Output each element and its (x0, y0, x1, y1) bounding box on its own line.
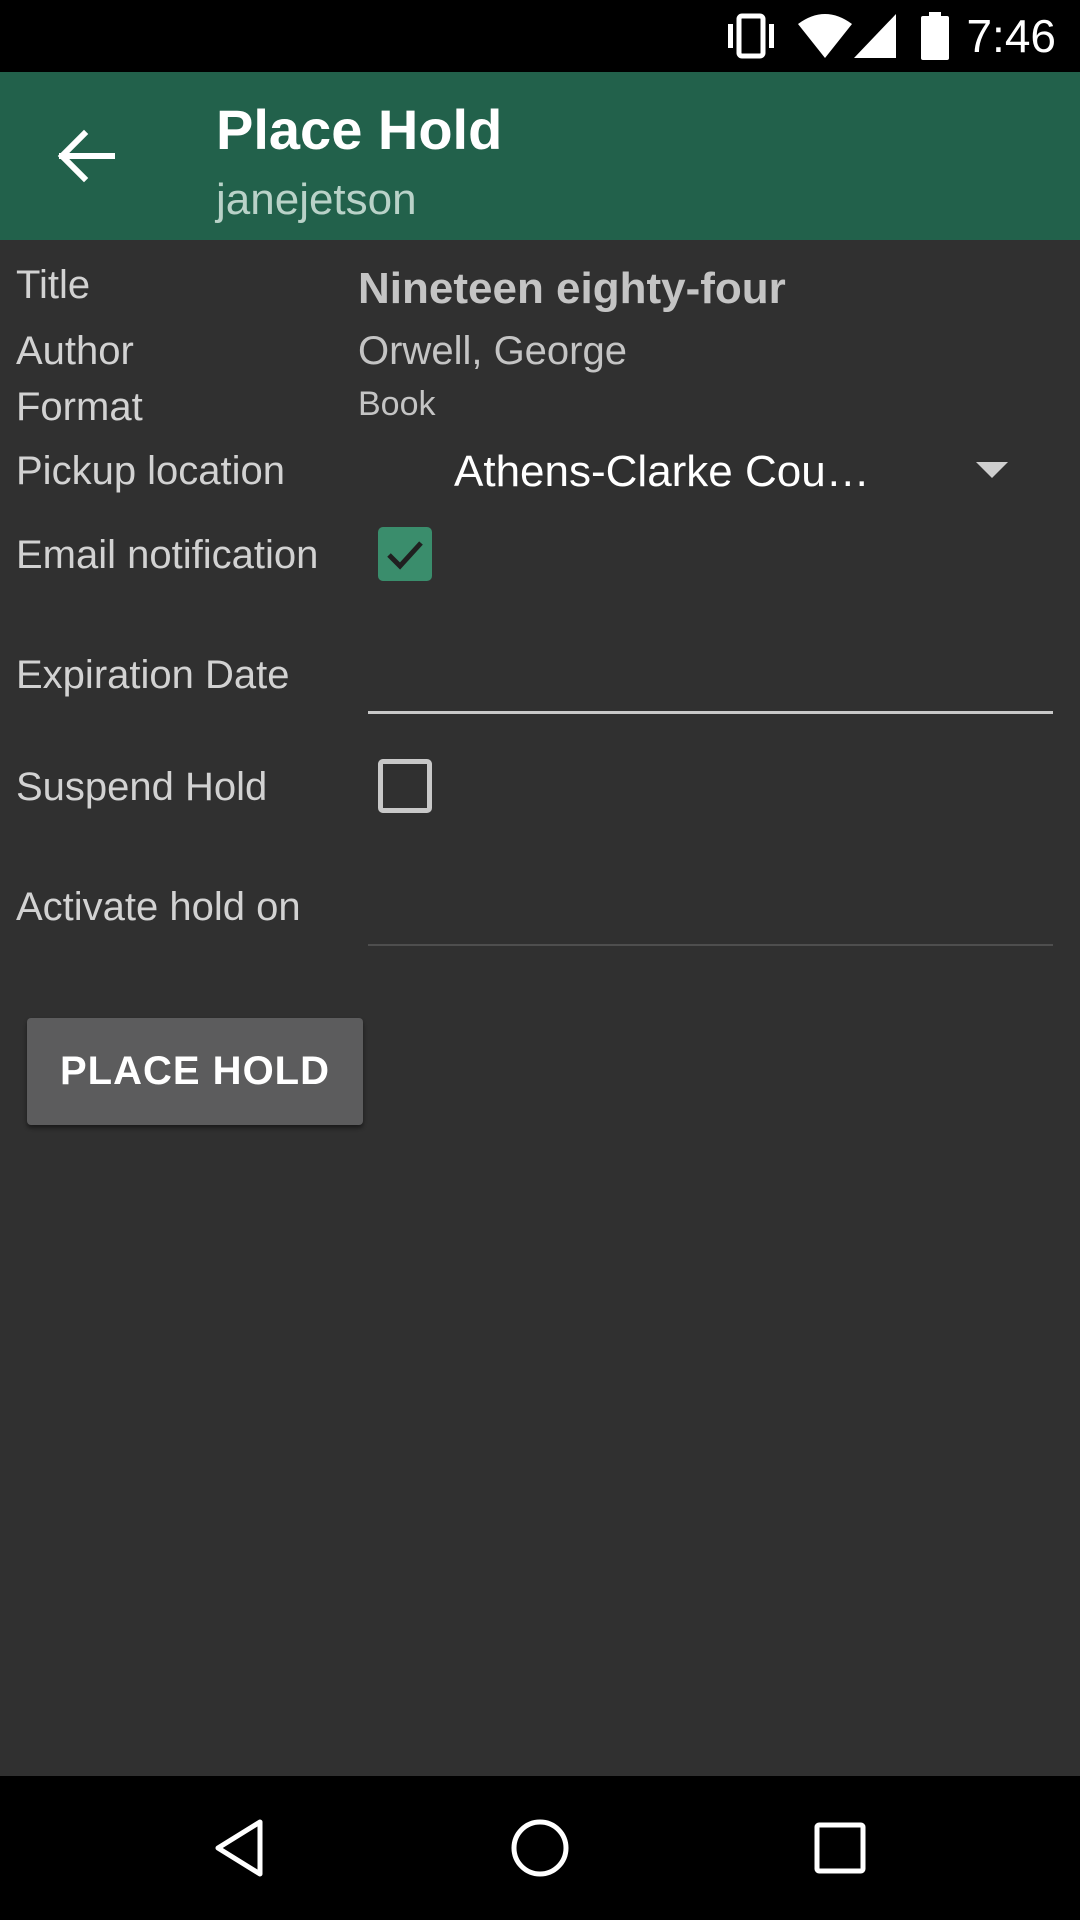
pickup-location-dropdown[interactable]: Athens-Clarke Cou… (440, 440, 1020, 504)
page-title: Place Hold (216, 98, 503, 161)
back-triangle-icon (215, 1819, 263, 1877)
author-label: Author (16, 329, 134, 373)
title-value: Nineteen eighty-four (358, 264, 786, 313)
place-hold-button-label: PLACE HOLD (60, 1049, 330, 1093)
nav-recents-button[interactable] (804, 1812, 876, 1884)
back-button[interactable] (44, 114, 128, 198)
wifi-icon (798, 14, 852, 58)
email-notification-checkbox[interactable] (378, 527, 432, 581)
status-bar: 7:46 (0, 0, 1080, 72)
suspend-hold-label: Suspend Hold (16, 765, 268, 809)
battery-icon (921, 12, 949, 60)
activate-hold-underline (368, 944, 1053, 946)
nav-back-button[interactable] (204, 1812, 276, 1884)
activate-hold-label: Activate hold on (16, 885, 301, 929)
app-bar: Place Hold janejetson (0, 72, 1080, 240)
format-value: Book (358, 385, 436, 423)
dropdown-arrow-icon (976, 462, 1008, 478)
navigation-bar (0, 1776, 1080, 1920)
status-time: 7:46 (966, 10, 1056, 62)
arrow-left-icon (57, 129, 115, 183)
place-hold-screen: 7:46 Place Hold janejetson Title Ninetee… (0, 0, 1080, 1920)
format-label: Format (16, 385, 143, 429)
pickup-location-label: Pickup location (16, 449, 286, 493)
email-notification-label: Email notification (16, 533, 319, 577)
checkmark-icon (387, 541, 423, 570)
signal-icon (854, 14, 896, 58)
title-label: Title (16, 263, 91, 307)
account-subtitle: janejetson (216, 175, 417, 224)
vibrate-icon (728, 13, 774, 59)
pickup-location-value: Athens-Clarke Cou… (454, 447, 870, 496)
place-hold-button[interactable]: PLACE HOLD (27, 1018, 363, 1125)
suspend-hold-checkbox[interactable] (378, 759, 432, 813)
author-value: Orwell, George (358, 329, 627, 373)
recents-square-icon (814, 1822, 866, 1874)
expiration-date-underline (368, 711, 1053, 714)
expiration-date-label: Expiration Date (16, 653, 290, 697)
expiration-date-field[interactable] (368, 654, 1053, 714)
activate-hold-field (368, 886, 1053, 946)
nav-home-button[interactable] (504, 1812, 576, 1884)
home-circle-icon (511, 1819, 569, 1877)
